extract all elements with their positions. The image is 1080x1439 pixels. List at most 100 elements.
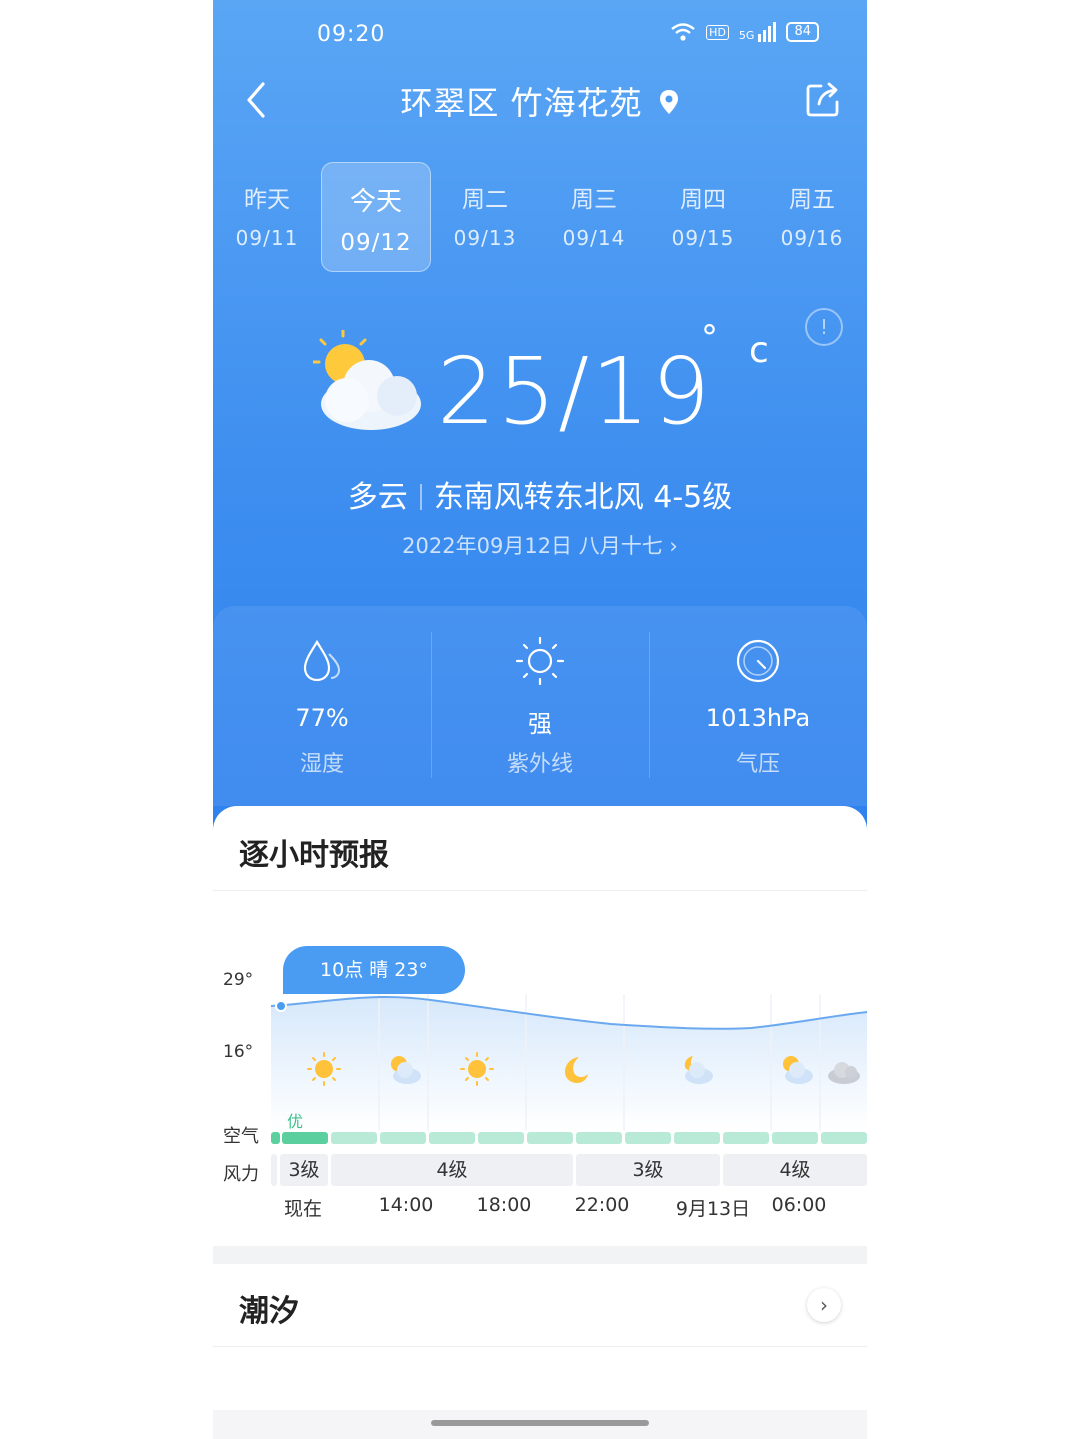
air-quality-bar xyxy=(674,1132,720,1144)
day-selector: 昨天 09/11 今天 09/12 周二 09/13 周三 09/14 周四 0… xyxy=(213,162,867,272)
day-tab-wed[interactable]: 周三 09/14 xyxy=(540,162,648,270)
y-axis-min: 16° xyxy=(223,1042,254,1062)
day-name: 周三 xyxy=(571,187,617,213)
day-date: 09/13 xyxy=(453,226,517,250)
home-indicator[interactable] xyxy=(431,1420,649,1426)
day-name: 周四 xyxy=(680,187,726,213)
stat-value: 1013hPa xyxy=(705,704,811,732)
uv-sun-icon xyxy=(515,636,565,686)
temperature-unit: c xyxy=(749,330,769,371)
air-quality-bar xyxy=(723,1132,769,1144)
date-lunar-link[interactable]: 2022年09月12日 八月十七 › xyxy=(213,530,867,560)
day-date: 09/15 xyxy=(671,226,735,250)
partly-cloudy-icon xyxy=(783,1056,813,1084)
weather-hero: 09:20 HD 5G 84 环翠区 竹海花苑 昨天 09/11 今天 09/1… xyxy=(213,0,867,830)
air-quality-bar xyxy=(271,1132,280,1144)
day-date: 09/12 xyxy=(340,230,412,256)
day-name: 周二 xyxy=(462,187,508,213)
divider xyxy=(213,890,867,891)
stat-label: 气压 xyxy=(735,752,780,777)
stat-value: 强 xyxy=(528,710,552,738)
stat-value: 77% xyxy=(295,704,349,732)
day-date: 09/16 xyxy=(780,226,844,250)
air-quality-bar xyxy=(478,1132,524,1144)
location-title[interactable]: 环翠区 竹海花苑 xyxy=(213,78,867,124)
wind-description: 东南风转东北风 4-5级 xyxy=(433,480,733,515)
partly-cloudy-night-icon xyxy=(684,1056,713,1084)
wind-segment: 3级 xyxy=(280,1154,328,1186)
wind-label: 风力 xyxy=(223,1164,259,1185)
chevron-right-icon[interactable]: › xyxy=(807,1288,841,1322)
day-name: 昨天 xyxy=(244,187,290,213)
stat-uv: 强 紫外线 xyxy=(431,606,649,806)
air-quality-bar xyxy=(282,1132,328,1144)
tide-row[interactable]: 潮汐 › xyxy=(213,1264,867,1346)
day-tab-today[interactable]: 今天 09/12 xyxy=(321,162,431,272)
location-pin-icon xyxy=(659,90,678,114)
time-label: 9月13日 xyxy=(675,1198,751,1220)
day-tab-fri[interactable]: 周五 09/16 xyxy=(758,162,866,270)
partly-cloudy-icon xyxy=(391,1056,421,1084)
cloudy-icon xyxy=(828,1062,860,1084)
air-quality-bar xyxy=(429,1132,475,1144)
day-tab-thu[interactable]: 周四 09/15 xyxy=(649,162,757,270)
wind-segment: 3级 xyxy=(576,1154,720,1186)
stats-panel: 77% 湿度 强 紫外线 1013hPa 气压 xyxy=(213,606,867,806)
info-icon[interactable]: ! xyxy=(805,308,843,346)
degree-symbol: ° xyxy=(701,318,718,358)
status-time: 09:20 xyxy=(317,22,386,47)
day-tab-yesterday[interactable]: 昨天 09/11 xyxy=(213,162,321,270)
sun-icon xyxy=(307,1052,341,1086)
humidity-icon xyxy=(303,639,341,682)
air-quality-bar xyxy=(331,1132,377,1144)
wind-segment xyxy=(271,1154,277,1186)
temperature-range: 25/19 xyxy=(437,338,713,445)
pressure-gauge-icon xyxy=(736,639,780,683)
hd-badge: HD xyxy=(706,24,729,40)
day-name: 周五 xyxy=(789,187,835,213)
moon-icon xyxy=(565,1057,588,1083)
time-label: 14:00 xyxy=(378,1194,434,1216)
section-title: 逐小时预报 xyxy=(239,838,389,873)
partly-cloudy-icon xyxy=(313,330,421,430)
stat-humidity: 77% 湿度 xyxy=(213,606,431,806)
location-name: 环翠区 竹海花苑 xyxy=(400,84,643,122)
tide-title: 潮汐 xyxy=(239,1294,299,1329)
air-quality-bar xyxy=(772,1132,818,1144)
weather-condition: 多云 xyxy=(347,480,408,515)
wind-segment: 4级 xyxy=(723,1154,867,1186)
condition-line: 多云 东南风转东北风 4-5级 xyxy=(213,472,867,516)
air-quality-value: 优 xyxy=(287,1112,304,1131)
air-quality-label: 空气 xyxy=(223,1126,259,1147)
air-quality-bar xyxy=(576,1132,622,1144)
wifi-icon xyxy=(671,23,695,41)
phone-screen: 09:20 HD 5G 84 环翠区 竹海花苑 昨天 09/11 今天 09/1… xyxy=(213,0,867,1439)
time-label: 18:00 xyxy=(476,1194,532,1216)
section-gap xyxy=(213,1246,867,1264)
y-axis-max: 29° xyxy=(223,970,254,990)
stat-label: 紫外线 xyxy=(506,752,573,777)
air-quality-bar xyxy=(380,1132,426,1144)
day-date: 09/11 xyxy=(235,226,299,250)
hourly-forecast-card: 逐小时预报 29° 16° 10点 晴 23° 优 空气 风力 3级 4级 3级… xyxy=(213,806,867,1246)
wind-segment: 4级 xyxy=(331,1154,573,1186)
battery-indicator: 84 xyxy=(786,22,819,42)
day-name: 今天 xyxy=(349,187,402,217)
air-quality-bar xyxy=(527,1132,573,1144)
divider xyxy=(213,1346,867,1347)
status-icons: HD 5G 84 xyxy=(670,22,819,42)
stat-label: 湿度 xyxy=(299,752,344,777)
time-label: 22:00 xyxy=(574,1194,630,1216)
air-quality-bar xyxy=(625,1132,671,1144)
share-icon[interactable] xyxy=(803,80,843,120)
divider xyxy=(419,484,422,510)
time-label: 06:00 xyxy=(771,1194,827,1216)
sun-icon xyxy=(460,1052,494,1086)
stat-pressure: 1013hPa 气压 xyxy=(649,606,867,806)
hour-tooltip: 10点 晴 23° xyxy=(283,946,465,994)
signal-icon: 5G xyxy=(739,22,777,42)
day-tab-tue[interactable]: 周二 09/13 xyxy=(431,162,539,270)
time-label: 现在 xyxy=(283,1198,322,1220)
air-quality-bar xyxy=(821,1132,867,1144)
day-date: 09/14 xyxy=(562,226,626,250)
